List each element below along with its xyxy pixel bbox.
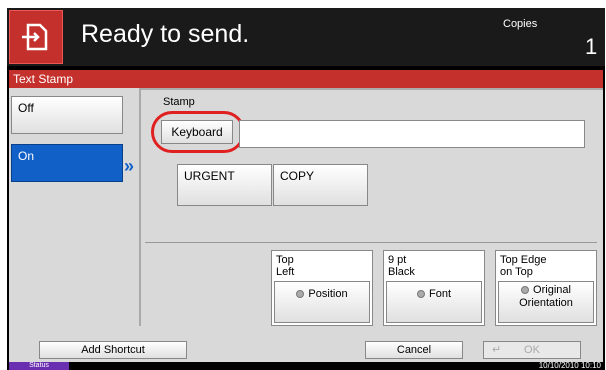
phrase-copy-button[interactable]: COPY — [273, 164, 368, 206]
position-button[interactable]: Position — [274, 281, 370, 323]
off-button[interactable]: Off — [11, 96, 123, 134]
text-stamp-panel: Text Stamp Off On » Stamp Keyboard URGEN… — [9, 70, 603, 338]
copies-count: 1 — [585, 34, 598, 59]
orientation-setting: Top Edge on Top Original Orientation — [495, 250, 597, 326]
enter-icon: ↵ — [492, 344, 502, 356]
radio-icon — [416, 290, 425, 299]
option-column: Off On » — [9, 88, 137, 326]
status-bar: Status 10/10/2010 10:10 — [7, 362, 605, 370]
header: Ready to send. Copies 1 — [7, 8, 605, 66]
original-orientation-button[interactable]: Original Orientation — [498, 281, 594, 323]
radio-icon — [296, 290, 305, 299]
on-button[interactable]: On — [11, 144, 123, 182]
keyboard-button[interactable]: Keyboard — [161, 120, 233, 144]
send-icon — [9, 10, 63, 64]
orientation-value: Top Edge on Top — [500, 254, 547, 278]
radio-icon — [521, 286, 530, 295]
cancel-button[interactable]: Cancel — [365, 341, 463, 359]
panel-title: Text Stamp — [9, 70, 603, 88]
position-value: Top Left — [276, 254, 295, 278]
footer-bar: Add Shortcut Cancel ↵ OK — [9, 338, 603, 362]
date-time: 10/10/2010 10:10 — [538, 361, 601, 370]
chevron-right-icon: » — [124, 156, 135, 176]
copies-label: Copies — [503, 18, 538, 30]
divider — [145, 242, 597, 243]
status-title: Ready to send. — [81, 20, 250, 48]
font-setting: 9 pt Black Font — [383, 250, 485, 326]
stamp-settings: Stamp Keyboard URGENT COPY Top Left Posit… — [139, 88, 603, 326]
add-shortcut-button[interactable]: Add Shortcut — [39, 341, 187, 359]
status-button[interactable]: Status — [9, 362, 69, 370]
stamp-text-input[interactable] — [239, 120, 585, 148]
phrase-urgent-button[interactable]: URGENT — [177, 164, 272, 206]
device-screen: Ready to send. Copies 1 Text Stamp Off O… — [7, 8, 605, 370]
font-button[interactable]: Font — [386, 281, 482, 323]
ok-button[interactable]: ↵ OK — [483, 341, 581, 359]
position-setting: Top Left Position — [271, 250, 373, 326]
font-value: 9 pt Black — [388, 254, 415, 278]
stamp-label: Stamp — [163, 96, 195, 108]
